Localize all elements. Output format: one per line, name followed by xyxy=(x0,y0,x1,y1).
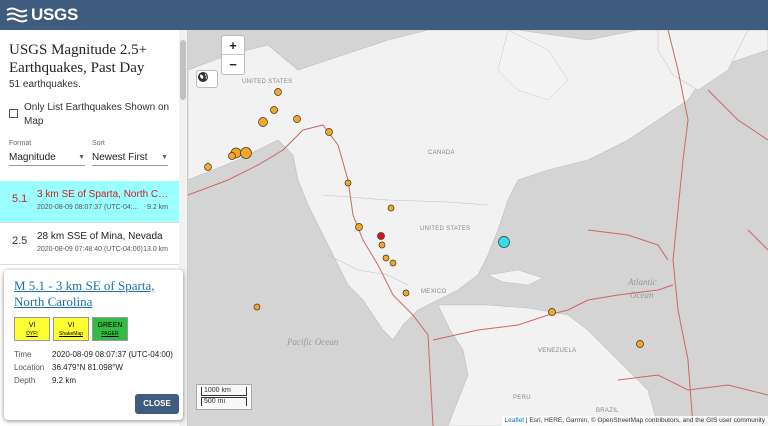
earthquake-count: 51 earthquakes. xyxy=(9,79,81,90)
map-label-venezuela: VENEZUELA xyxy=(538,348,577,354)
pager-value: GREEN xyxy=(97,322,123,329)
zoom-in-button[interactable]: + xyxy=(222,36,244,55)
popup-title-link[interactable]: M 5.1 - 3 km SE of Sparta, North Carolin… xyxy=(14,278,174,310)
chevron-down-icon: ▼ xyxy=(161,154,168,161)
usgs-logo[interactable]: USGS xyxy=(6,5,78,25)
format-label: Format xyxy=(9,140,32,147)
format-select[interactable]: Magnitude ▼ xyxy=(9,150,85,166)
depth-label: Depth xyxy=(14,376,36,385)
scale-km: 1000 km xyxy=(201,387,247,396)
shakemap-value: VI xyxy=(67,322,75,329)
scale-mi: 500 mi xyxy=(201,397,247,406)
dyfi-badge[interactable]: VI DYFI xyxy=(14,317,50,341)
sort-label: Sort xyxy=(92,140,105,147)
shakemap-label: ShakeMap xyxy=(59,331,83,337)
depth-value: 9.2 km xyxy=(52,376,77,385)
map-label-pacific-ocean: Pacific Ocean xyxy=(287,337,339,347)
eq-magnitude: 5.1 xyxy=(12,193,28,205)
time-label: Time xyxy=(14,350,32,359)
globe-icon xyxy=(198,72,208,82)
format-value: Magnitude xyxy=(9,152,56,163)
earthquake-list-item[interactable]: 2.5 28 km SSE of Mina, Nevada 2020-08-09… xyxy=(0,223,180,265)
dyfi-label: DYFI xyxy=(26,331,38,337)
earthquake-popup: M 5.1 - 3 km SE of Sparta, North Carolin… xyxy=(4,270,183,420)
list-title: USGS Magnitude 2.5+ Earthquakes, Past Da… xyxy=(9,42,148,76)
location-value: 36.479°N 81.098°W xyxy=(52,363,123,372)
only-list-label: Only List Earthquakes Shown on Map xyxy=(24,102,170,127)
basemap xyxy=(188,30,768,426)
pager-label: PAGER xyxy=(101,331,119,337)
eq-depth: 13.0 km xyxy=(143,246,168,253)
map-view[interactable]: UNITED STATES CANADA UNITED STATES MEXIC… xyxy=(188,30,768,426)
only-list-checkbox-row[interactable]: Only List Earthquakes Shown on Map xyxy=(9,101,179,129)
map-label-peru: PERU xyxy=(513,395,531,401)
leaflet-link[interactable]: Leaflet xyxy=(505,417,525,424)
logo-text: USGS xyxy=(31,5,78,24)
eq-place: 28 km SSE of Mina, Nevada xyxy=(37,231,163,242)
pager-badge[interactable]: GREEN PAGER xyxy=(92,317,128,341)
scrollbar-thumb[interactable] xyxy=(180,40,186,100)
app-header: USGS xyxy=(0,0,768,30)
eq-depth: 9.2 km xyxy=(146,204,168,211)
map-label-mexico: MEXICO xyxy=(421,289,447,295)
eq-time: 2020-08-09 07:48:40 (UTC-04:00) xyxy=(37,246,143,253)
zoom-control: + − xyxy=(221,35,245,75)
only-list-checkbox[interactable] xyxy=(9,109,18,118)
eq-place: 3 km SE of Sparta, North Carolina xyxy=(37,189,173,200)
dyfi-value: VI xyxy=(28,322,36,329)
map-label-brazil: BRAZIL xyxy=(596,408,619,414)
location-label: Location xyxy=(14,363,45,372)
sort-value: Newest First xyxy=(92,152,148,163)
layers-button[interactable] xyxy=(196,70,218,88)
sort-select[interactable]: Newest First ▼ xyxy=(92,150,168,166)
shakemap-badge[interactable]: VI ShakeMap xyxy=(53,317,89,341)
close-button[interactable]: CLOSE xyxy=(135,394,179,414)
map-label-atlantic: Atlantic xyxy=(628,277,657,287)
time-value: 2020-08-09 08:07:37 (UTC-04:00) xyxy=(52,350,173,359)
map-attribution: Leaflet | Esri, HERE, Garmin, © OpenStre… xyxy=(501,416,768,426)
map-label-canada: CANADA xyxy=(428,150,455,156)
map-scale: 1000 km 500 mi xyxy=(196,384,252,410)
usgs-wave-icon xyxy=(6,7,28,23)
map-label-ocean: Ocean xyxy=(630,290,654,300)
map-label-united-states: UNITED STATES xyxy=(420,226,471,232)
zoom-out-button[interactable]: − xyxy=(222,55,244,74)
attribution-text: | Esri, HERE, Garmin, © OpenStreetMap co… xyxy=(524,417,765,424)
map-label-united-states-alaska: UNITED STATES xyxy=(242,79,293,85)
chevron-down-icon: ▼ xyxy=(78,154,85,161)
eq-magnitude: 2.5 xyxy=(12,235,28,247)
earthquake-list-item[interactable]: 5.1 3 km SE of Sparta, North Carolina 20… xyxy=(0,181,180,223)
eq-time: 2020-08-09 08:07:37 (UTC-04:... xyxy=(37,204,139,211)
